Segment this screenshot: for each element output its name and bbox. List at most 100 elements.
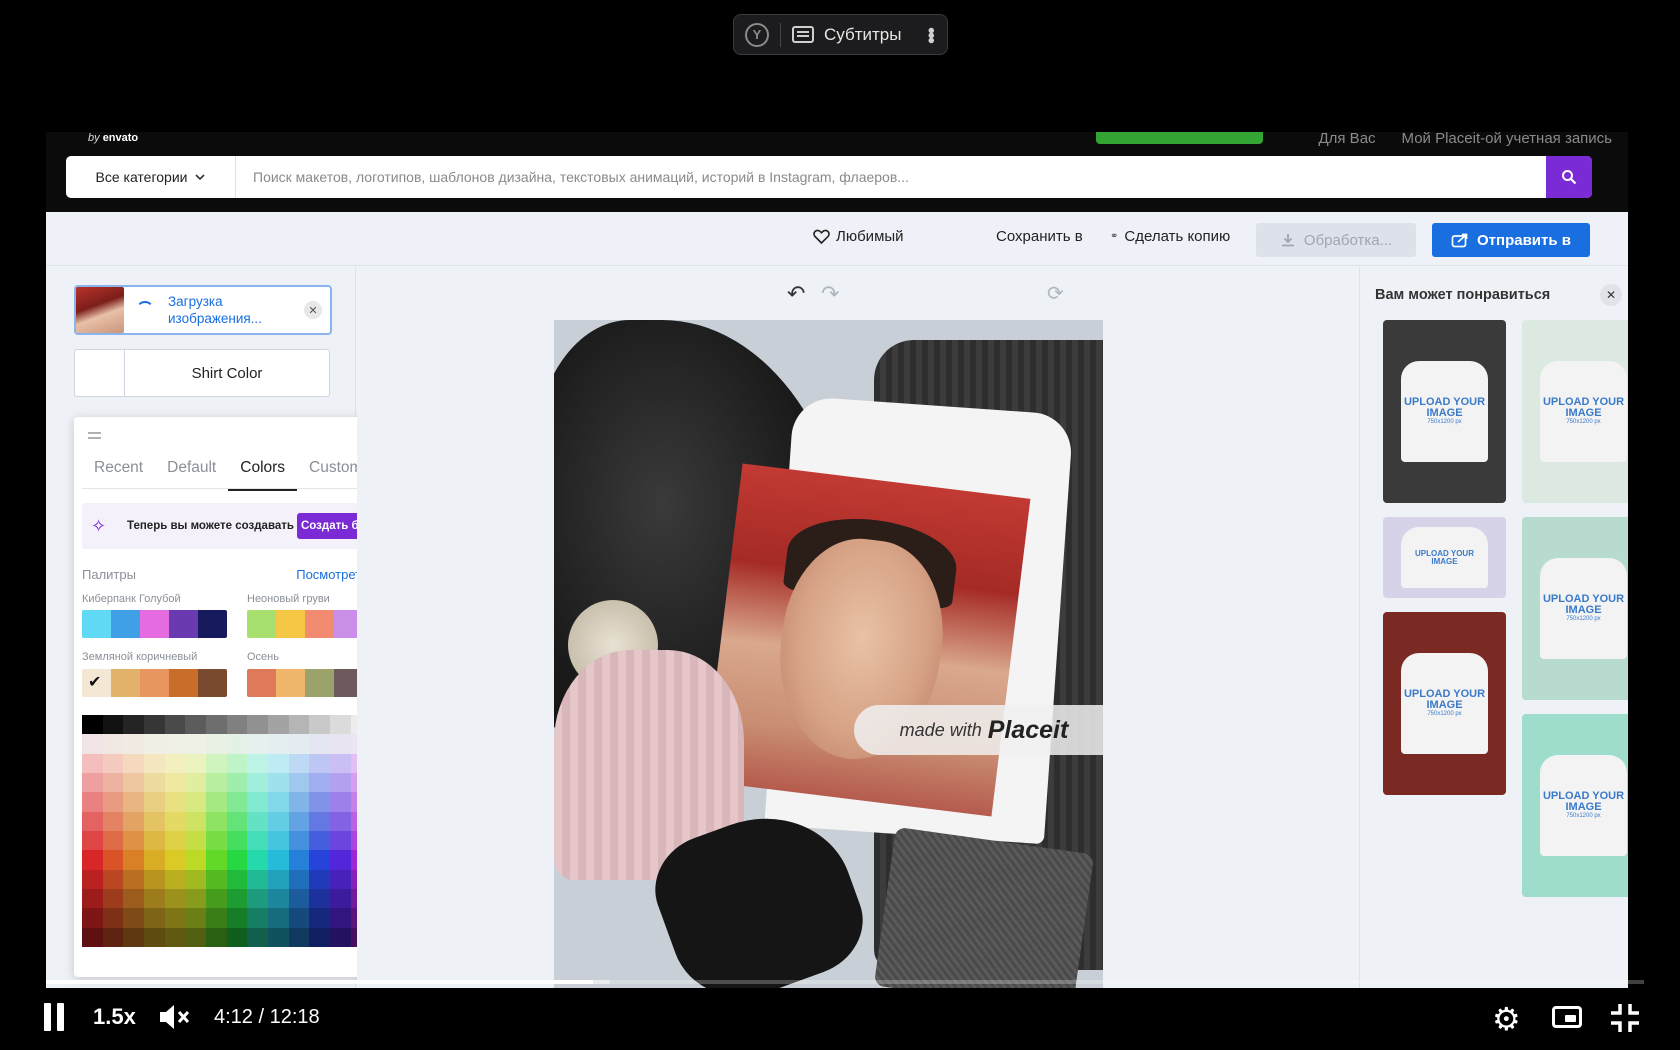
tab-recent[interactable]: Recent (82, 459, 155, 491)
color-cell[interactable] (329, 869, 351, 889)
color-cell[interactable] (309, 753, 330, 773)
category-select[interactable]: Все категории (66, 156, 236, 198)
color-cell[interactable] (143, 715, 165, 735)
color-cell[interactable] (329, 734, 351, 754)
palette-swatch[interactable]: ✔ (82, 669, 111, 697)
color-cell[interactable] (329, 715, 351, 735)
color-cell[interactable] (288, 831, 310, 851)
color-grid[interactable] (82, 715, 392, 947)
color-cell[interactable] (205, 811, 227, 831)
color-cell[interactable] (102, 831, 124, 851)
color-cell[interactable] (185, 889, 206, 909)
color-cell[interactable] (123, 889, 144, 909)
color-cell[interactable] (143, 811, 165, 831)
color-cell[interactable] (143, 850, 165, 870)
color-cell[interactable] (205, 734, 227, 754)
color-cell[interactable] (205, 831, 227, 851)
color-cell[interactable] (288, 753, 310, 773)
color-cell[interactable] (226, 927, 248, 947)
playback-speed[interactable]: 1.5x (93, 1004, 136, 1030)
color-cell[interactable] (329, 753, 351, 773)
palette-swatch[interactable] (305, 669, 334, 697)
palette-swatch[interactable] (82, 610, 111, 638)
recommendation-card[interactable]: UPLOAD YOUR IMAGE 750x1200 px (1383, 320, 1506, 503)
palette-swatch[interactable] (198, 669, 227, 697)
color-cell[interactable] (143, 927, 165, 947)
yandex-icon[interactable]: Y (745, 22, 769, 47)
color-cell[interactable] (102, 734, 124, 754)
color-cell[interactable] (82, 889, 103, 909)
color-cell[interactable] (288, 792, 310, 812)
color-cell[interactable] (247, 831, 268, 851)
shirt-color-button[interactable]: Shirt Color (74, 349, 330, 397)
color-cell[interactable] (288, 908, 310, 928)
palette-swatch[interactable] (169, 610, 198, 638)
color-cell[interactable] (102, 869, 124, 889)
color-cell[interactable] (164, 715, 186, 735)
color-cell[interactable] (329, 792, 351, 812)
color-cell[interactable] (164, 908, 186, 928)
color-cell[interactable] (102, 889, 124, 909)
recommendation-card[interactable]: UPLOAD YOUR IMAGE 750x1200 px (1522, 714, 1628, 897)
color-cell[interactable] (205, 927, 227, 947)
close-icon[interactable]: ✕ (1600, 284, 1622, 306)
color-cell[interactable] (185, 927, 206, 947)
color-cell[interactable] (102, 908, 124, 928)
color-cell[interactable] (288, 869, 310, 889)
color-cell[interactable] (205, 715, 227, 735)
palette-swatch[interactable] (276, 669, 305, 697)
color-cell[interactable] (205, 889, 227, 909)
color-cell[interactable] (226, 908, 248, 928)
settings-gear-icon[interactable]: ⚙ (1492, 1000, 1521, 1038)
color-cell[interactable] (164, 831, 186, 851)
color-cell[interactable] (247, 927, 268, 947)
recommendation-card[interactable]: UPLOAD YOUR IMAGE (1383, 517, 1506, 598)
refresh-icon[interactable]: ⟳ (1047, 281, 1064, 306)
palette-swatch[interactable] (169, 669, 198, 697)
color-cell[interactable] (185, 811, 206, 831)
color-cell[interactable] (267, 908, 289, 928)
nav-for-you[interactable]: Для Вас (1318, 132, 1375, 147)
color-cell[interactable] (309, 734, 330, 754)
color-cell[interactable] (267, 889, 289, 909)
recommendation-card[interactable]: UPLOAD YOUR IMAGE 750x1200 px (1383, 612, 1506, 795)
color-cell[interactable] (123, 734, 144, 754)
color-cell[interactable] (247, 715, 268, 735)
color-cell[interactable] (185, 792, 206, 812)
color-cell[interactable] (205, 773, 227, 793)
close-icon[interactable]: ✕ (304, 301, 322, 319)
color-cell[interactable] (164, 850, 186, 870)
color-cell[interactable] (226, 889, 248, 909)
color-cell[interactable] (226, 811, 248, 831)
color-cell[interactable] (226, 753, 248, 773)
color-cell[interactable] (185, 850, 206, 870)
color-cell[interactable] (309, 850, 330, 870)
color-cell[interactable] (267, 850, 289, 870)
color-cell[interactable] (164, 869, 186, 889)
color-cell[interactable] (82, 831, 103, 851)
color-cell[interactable] (226, 715, 248, 735)
color-cell[interactable] (309, 908, 330, 928)
color-cell[interactable] (226, 734, 248, 754)
video-progress-bar[interactable] (46, 980, 1644, 984)
color-cell[interactable] (267, 792, 289, 812)
color-cell[interactable] (247, 734, 268, 754)
color-cell[interactable] (267, 753, 289, 773)
tab-default[interactable]: Default (155, 459, 228, 491)
color-cell[interactable] (267, 831, 289, 851)
more-vertical-icon[interactable]: ••• (918, 27, 941, 42)
color-cell[interactable] (309, 869, 330, 889)
color-cell[interactable] (309, 831, 330, 851)
color-cell[interactable] (329, 773, 351, 793)
color-cell[interactable] (143, 753, 165, 773)
send-to-button[interactable]: Отправить в (1432, 223, 1590, 257)
color-cell[interactable] (185, 734, 206, 754)
color-cell[interactable] (143, 792, 165, 812)
color-cell[interactable] (82, 773, 103, 793)
color-cell[interactable] (226, 850, 248, 870)
color-cell[interactable] (123, 773, 144, 793)
color-cell[interactable] (143, 734, 165, 754)
search-button[interactable] (1546, 156, 1592, 198)
subtitles-icon[interactable] (792, 26, 814, 43)
color-cell[interactable] (143, 831, 165, 851)
